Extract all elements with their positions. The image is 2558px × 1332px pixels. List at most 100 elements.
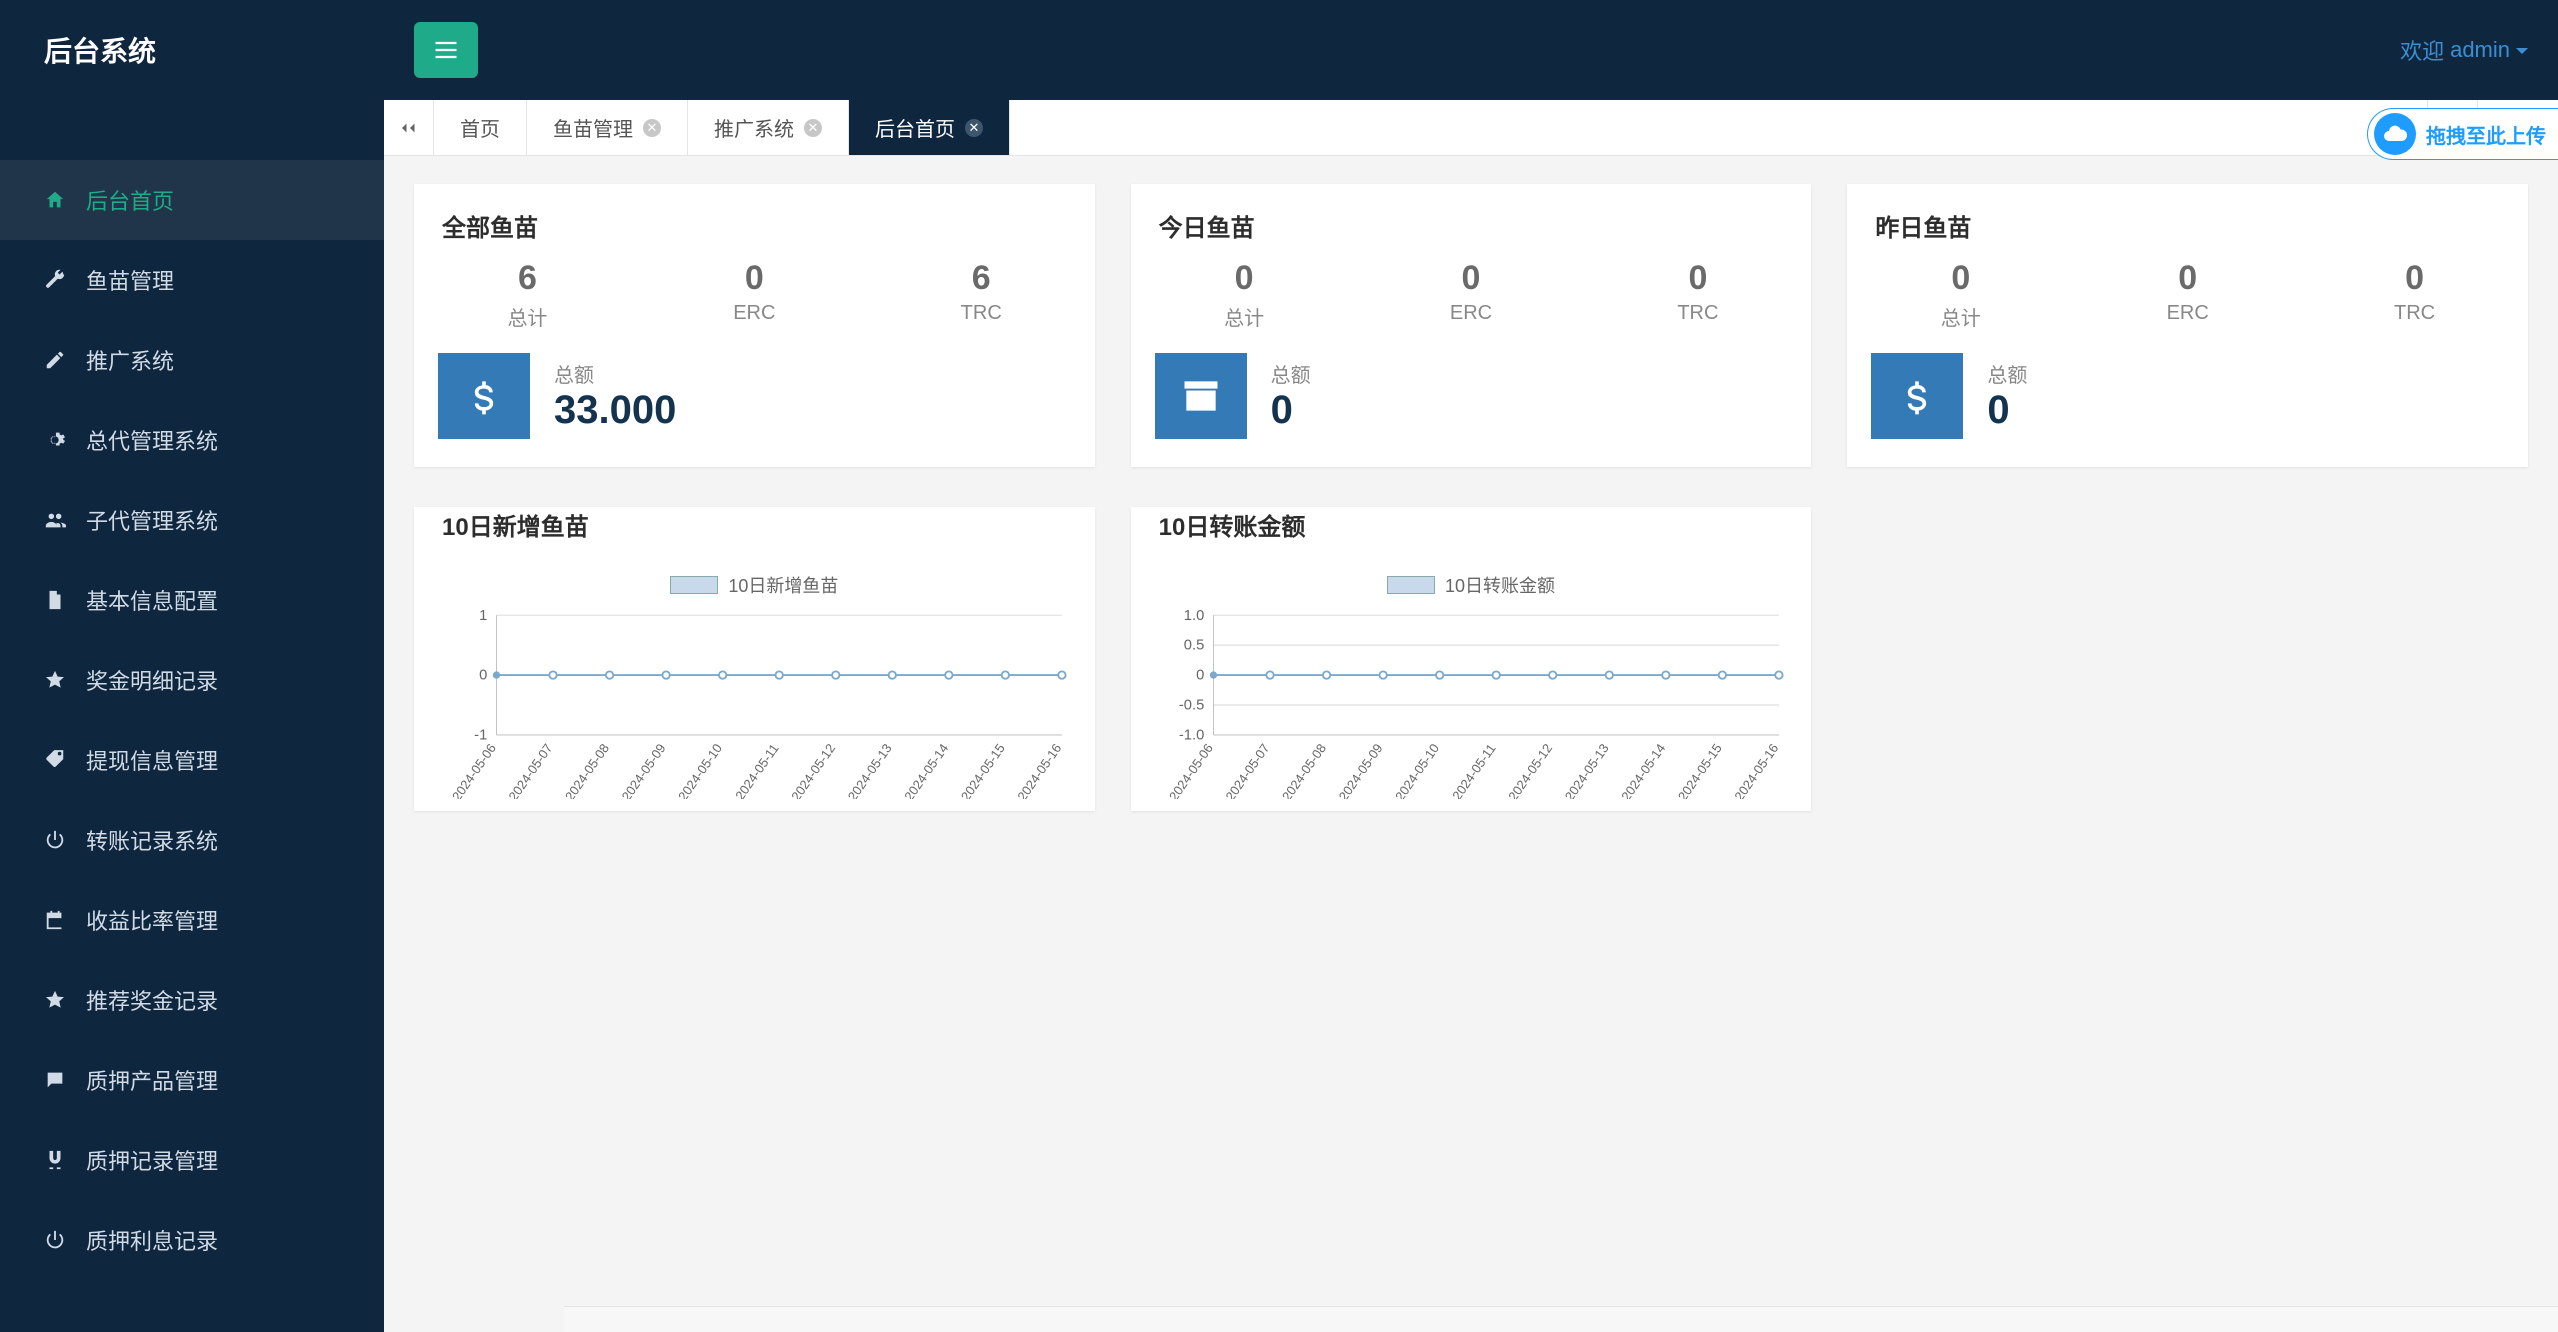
svg-text:-1: -1 [474, 728, 487, 744]
svg-text:2024-05-14: 2024-05-14 [901, 741, 951, 799]
stat-value: 0 [641, 259, 868, 298]
svg-text:-0.5: -0.5 [1179, 698, 1204, 714]
tabbar: 首页鱼苗管理✕推广系统✕后台首页✕ 关闭 [384, 100, 2558, 156]
svg-text:1: 1 [479, 608, 487, 624]
sidebar-item-bonus[interactable]: 奖金明细记录 [0, 640, 384, 720]
sidebar-item-label: 鱼苗管理 [86, 264, 174, 296]
star-icon [44, 669, 66, 691]
svg-text:0: 0 [1196, 668, 1204, 684]
sidebar-item-transfer[interactable]: 转账记录系统 [0, 800, 384, 880]
users-icon [44, 509, 66, 531]
close-icon[interactable]: ✕ [643, 119, 661, 137]
stat-value: 6 [414, 259, 641, 298]
upload-pill[interactable]: 拖拽至此上传 [2367, 108, 2558, 160]
stat-item: 0 ERC [2074, 259, 2301, 331]
stat-label: ERC [2074, 302, 2301, 325]
stat-value: 0 [2301, 259, 2528, 298]
sidebar-item-pledgerec[interactable]: 质押记录管理 [0, 1120, 384, 1200]
tab-label: 后台首页 [875, 113, 955, 142]
sidebar-item-label: 转账记录系统 [86, 824, 218, 856]
stat-label: ERC [641, 302, 868, 325]
stat-value: 0 [1847, 259, 2074, 298]
card-title: 昨日鱼苗 [1847, 184, 2528, 243]
sidebar-item-label: 总代管理系统 [86, 424, 218, 456]
caret-down-icon [2516, 48, 2528, 60]
chart-card: 10日新增鱼苗10日新增鱼苗10-12024-05-062024-05-0720… [414, 507, 1095, 811]
svg-text:2024-05-11: 2024-05-11 [732, 741, 782, 799]
chart-title: 10日转账金额 [1131, 507, 1812, 546]
svg-text:2024-05-15: 2024-05-15 [958, 741, 1008, 799]
total-label: 总额 [1271, 359, 1311, 388]
stat-item: 0 ERC [641, 259, 868, 331]
sidebar-item-label: 质押记录管理 [86, 1144, 218, 1176]
sidebar-item-fish[interactable]: 鱼苗管理 [0, 240, 384, 320]
tab-label: 鱼苗管理 [553, 113, 633, 142]
sidebar-item-pledgeint[interactable]: 质押利息记录 [0, 1200, 384, 1280]
sidebar-item-promotion[interactable]: 推广系统 [0, 320, 384, 400]
svg-text:2024-05-09: 2024-05-09 [1335, 741, 1385, 799]
sidebar-item-label: 推广系统 [86, 344, 174, 376]
tab-scroll-left-button[interactable] [384, 100, 434, 155]
stat-item: 0总计 [1847, 259, 2074, 331]
magnet-icon [44, 1149, 66, 1171]
svg-text:2024-05-09: 2024-05-09 [619, 741, 669, 799]
total-label: 总额 [554, 359, 676, 388]
topbar: 欢迎 admin [384, 0, 2558, 100]
svg-text:2024-05-12: 2024-05-12 [788, 741, 838, 799]
sidebar-item-master[interactable]: 总代管理系统 [0, 400, 384, 480]
chart-svg: 10-12024-05-062024-05-072024-05-082024-0… [432, 606, 1077, 799]
svg-text:2024-05-14: 2024-05-14 [1618, 741, 1668, 799]
stat-label: 总计 [414, 302, 641, 331]
svg-text:2024-05-16: 2024-05-16 [1731, 741, 1781, 799]
svg-text:2024-05-15: 2024-05-15 [1674, 741, 1724, 799]
tab-1[interactable]: 鱼苗管理 ✕ [527, 100, 688, 155]
svg-text:2024-05-06: 2024-05-06 [449, 741, 499, 799]
svg-text:2024-05-07: 2024-05-07 [1222, 741, 1272, 799]
sidebar-item-rate[interactable]: 收益比率管理 [0, 880, 384, 960]
tab-3[interactable]: 后台首页 ✕ [849, 100, 1010, 155]
main-panel: 欢迎 admin 首页鱼苗管理✕推广系统✕后台首页✕ 关闭 [384, 0, 2558, 1332]
card-title: 全部鱼苗 [414, 184, 1095, 243]
sidebar-toggle-button[interactable] [414, 22, 478, 78]
legend-swatch-icon [670, 576, 718, 594]
chart-card: 10日转账金额10日转账金额1.00.50-0.5-1.02024-05-062… [1131, 507, 1812, 811]
stat-value: 0 [1584, 259, 1811, 298]
card-title: 今日鱼苗 [1131, 184, 1812, 243]
svg-text:2024-05-16: 2024-05-16 [1014, 741, 1064, 799]
stat-value: 0 [1358, 259, 1585, 298]
tab-0[interactable]: 首页 [434, 100, 527, 155]
svg-text:2024-05-08: 2024-05-08 [1279, 741, 1329, 799]
sidebar-item-label: 后台首页 [86, 184, 174, 216]
bars-icon [432, 36, 460, 64]
file-icon [44, 589, 66, 611]
horizontal-scrollbar[interactable] [564, 1306, 2558, 1332]
home-icon [44, 189, 66, 211]
sidebar-item-label: 推荐奖金记录 [86, 984, 218, 1016]
stat-card: 今日鱼苗0总计0ERC0TRC总额0 [1131, 184, 1812, 467]
sidebar: 后台系统 后台首页鱼苗管理推广系统总代管理系统子代管理系统基本信息配置奖金明细记… [0, 0, 384, 1332]
stat-value: 0 [2074, 259, 2301, 298]
chevron-left-icon [404, 119, 422, 137]
sidebar-item-pledgeprod[interactable]: 质押产品管理 [0, 1040, 384, 1120]
sidebar-item-child[interactable]: 子代管理系统 [0, 480, 384, 560]
sidebar-item-withdraw[interactable]: 提现信息管理 [0, 720, 384, 800]
sidebar-item-label: 质押产品管理 [86, 1064, 218, 1096]
close-icon[interactable]: ✕ [804, 119, 822, 137]
user-menu[interactable]: 欢迎 admin [2400, 34, 2528, 66]
welcome-prefix: 欢迎 [2400, 34, 2444, 66]
tab-2[interactable]: 推广系统✕ [688, 100, 849, 155]
stat-value: 0 [1131, 259, 1358, 298]
legend-swatch-icon [1387, 576, 1435, 594]
power-icon [44, 1229, 66, 1251]
sidebar-item-refer[interactable]: 推荐奖金记录 [0, 960, 384, 1040]
sidebar-item-home[interactable]: 后台首页 [0, 160, 384, 240]
stat-card: 昨日鱼苗0总计0ERC0TRC总额0 [1847, 184, 2528, 467]
close-icon[interactable]: ✕ [965, 119, 983, 137]
comment-icon [44, 1069, 66, 1091]
tag-icon [44, 749, 66, 771]
archive-icon [1155, 353, 1247, 439]
sidebar-item-baseinfo[interactable]: 基本信息配置 [0, 560, 384, 640]
calendar-icon [44, 909, 66, 931]
svg-text:2024-05-07: 2024-05-07 [505, 741, 555, 799]
total-value: 0 [1987, 388, 2027, 433]
